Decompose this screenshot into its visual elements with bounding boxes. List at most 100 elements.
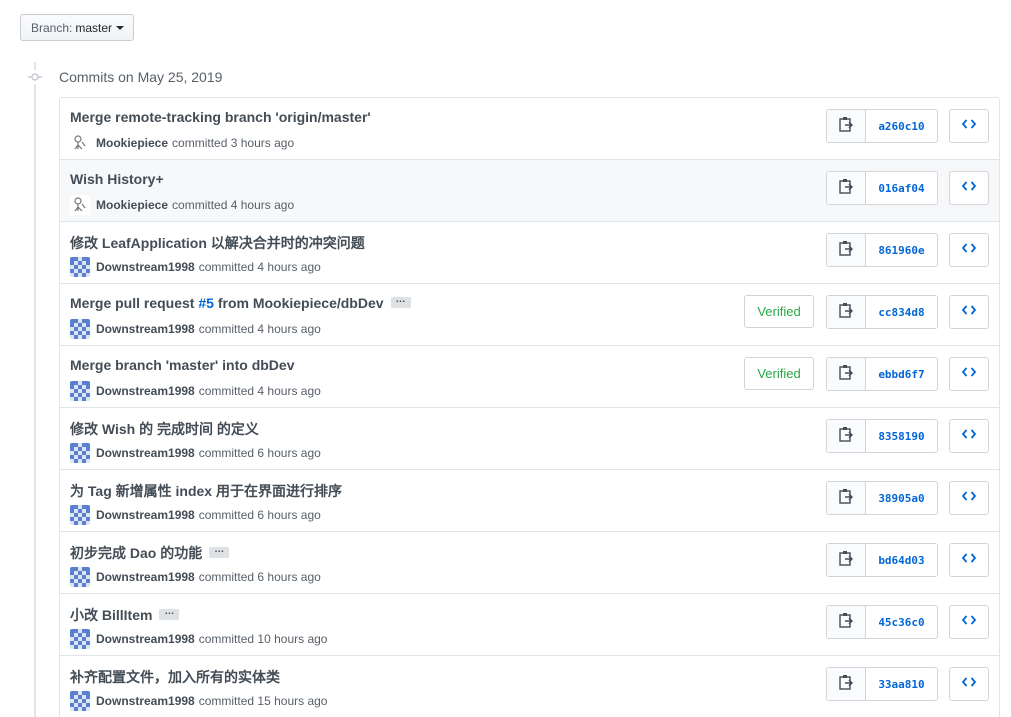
avatar[interactable] bbox=[70, 629, 90, 649]
avatar[interactable] bbox=[70, 257, 90, 277]
commit-sha-link[interactable]: 8358190 bbox=[866, 420, 937, 452]
commit-author[interactable]: Downstream1998 bbox=[96, 384, 195, 398]
browse-repo-button[interactable] bbox=[949, 481, 989, 515]
timeline-line bbox=[34, 62, 36, 717]
sha-group: 8358190 bbox=[826, 419, 938, 453]
expand-message-button[interactable]: … bbox=[159, 606, 180, 620]
commit-time: 4 hours ago bbox=[257, 384, 321, 398]
browse-repo-button[interactable] bbox=[949, 109, 989, 143]
browse-repo-button[interactable] bbox=[949, 233, 989, 267]
copy-sha-button[interactable] bbox=[827, 172, 866, 204]
commit-row: 初步完成 Dao 的功能 … Downstream1998 committed 6… bbox=[60, 532, 999, 594]
commit-author[interactable]: Mookiepiece bbox=[96, 198, 168, 212]
commit-meta: Downstream1998 committed 4 hours ago bbox=[70, 319, 321, 339]
clipboard-icon bbox=[839, 426, 853, 447]
commit-time: 4 hours ago bbox=[257, 322, 321, 336]
copy-sha-button[interactable] bbox=[827, 296, 866, 328]
browse-repo-button[interactable] bbox=[949, 605, 989, 639]
avatar[interactable] bbox=[70, 319, 90, 339]
sha-group: 45c36c0 bbox=[826, 605, 938, 639]
commit-action: committed bbox=[198, 446, 255, 460]
commit-sha-link[interactable]: 016af04 bbox=[866, 172, 937, 204]
commit-title[interactable]: Wish History+ bbox=[70, 171, 164, 187]
avatar[interactable] bbox=[70, 381, 90, 401]
copy-sha-button[interactable] bbox=[827, 110, 866, 142]
commit-author[interactable]: Mookiepiece bbox=[96, 136, 168, 150]
commit-sha-link[interactable]: 861960e bbox=[866, 234, 937, 266]
commit-title[interactable]: 小改 BillItem … bbox=[70, 605, 180, 625]
commit-row: 修改 LeafApplication 以解决合并时的冲突问题 Downstrea… bbox=[60, 222, 999, 284]
commit-sha-link[interactable]: 33aa810 bbox=[866, 668, 937, 700]
commit-action: committed bbox=[198, 632, 255, 646]
commit-action: committed bbox=[198, 322, 255, 336]
code-icon bbox=[962, 179, 976, 197]
branch-select-button[interactable]: Branch: master bbox=[20, 14, 134, 41]
avatar[interactable] bbox=[70, 505, 90, 525]
commit-title[interactable]: 修改 Wish 的 完成时间 的定义 bbox=[70, 419, 259, 439]
commit-row: Merge remote-tracking branch 'origin/mas… bbox=[60, 98, 999, 160]
commit-time: 4 hours ago bbox=[257, 260, 321, 274]
pull-request-link[interactable]: #5 bbox=[198, 295, 214, 311]
expand-message-button[interactable]: … bbox=[390, 294, 411, 308]
commit-meta: Downstream1998 committed 15 hours ago bbox=[70, 691, 327, 711]
commit-row: 补齐配置文件，加入所有的实体类 Downstream1998 committed… bbox=[60, 656, 999, 717]
commit-title-text: 小改 BillItem bbox=[70, 607, 153, 623]
commit-title[interactable]: 初步完成 Dao 的功能… bbox=[70, 543, 230, 563]
sha-group: ebbd6f7 bbox=[826, 357, 938, 391]
clipboard-icon bbox=[839, 612, 853, 633]
clipboard-icon bbox=[839, 116, 853, 137]
commit-sha-link[interactable]: bd64d03 bbox=[866, 544, 937, 576]
verified-badge[interactable]: Verified bbox=[744, 357, 814, 390]
commit-sha-link[interactable]: a260c10 bbox=[866, 110, 937, 142]
avatar[interactable] bbox=[70, 133, 90, 153]
commit-node-icon bbox=[27, 70, 43, 84]
commit-time: 3 hours ago bbox=[230, 136, 295, 150]
verified-badge[interactable]: Verified bbox=[744, 295, 814, 328]
avatar[interactable] bbox=[70, 443, 90, 463]
copy-sha-button[interactable] bbox=[827, 420, 866, 452]
copy-sha-button[interactable] bbox=[827, 606, 866, 638]
browse-repo-button[interactable] bbox=[949, 357, 989, 391]
avatar[interactable] bbox=[70, 195, 90, 215]
commit-sha-link[interactable]: 38905a0 bbox=[866, 482, 937, 514]
commit-title[interactable]: Merge branch 'master' into dbDev bbox=[70, 357, 295, 373]
avatar[interactable] bbox=[70, 567, 90, 587]
commit-author[interactable]: Downstream1998 bbox=[96, 570, 195, 584]
browse-repo-button[interactable] bbox=[949, 543, 989, 577]
commit-title[interactable]: 为 Tag 新增属性 index 用于在界面进行排序 bbox=[70, 481, 342, 501]
commit-title[interactable]: 补齐配置文件，加入所有的实体类 bbox=[70, 667, 280, 687]
commit-author[interactable]: Downstream1998 bbox=[96, 632, 195, 646]
commit-row: Wish History+ Mookiepiece committed 4 ho… bbox=[60, 160, 999, 222]
copy-sha-button[interactable] bbox=[827, 358, 866, 390]
copy-sha-button[interactable] bbox=[827, 544, 866, 576]
commit-author[interactable]: Downstream1998 bbox=[96, 446, 195, 460]
branch-value: master bbox=[75, 20, 113, 35]
code-icon bbox=[962, 241, 976, 259]
browse-repo-button[interactable] bbox=[949, 171, 989, 205]
avatar[interactable] bbox=[70, 691, 90, 711]
commit-author[interactable]: Downstream1998 bbox=[96, 260, 195, 274]
commit-sha-link[interactable]: cc834d8 bbox=[866, 296, 937, 328]
browse-repo-button[interactable] bbox=[949, 295, 989, 329]
commit-author[interactable]: Downstream1998 bbox=[96, 322, 195, 336]
commit-sha-link[interactable]: ebbd6f7 bbox=[866, 358, 937, 390]
copy-sha-button[interactable] bbox=[827, 668, 866, 700]
commit-title[interactable]: 修改 LeafApplication 以解决合并时的冲突问题 bbox=[70, 233, 365, 253]
commit-title[interactable]: Merge pull request #5 from Mookiepiece/d… bbox=[70, 294, 411, 311]
commit-author[interactable]: Downstream1998 bbox=[96, 694, 195, 708]
commit-action: committed bbox=[198, 508, 255, 522]
commit-title-prefix: Merge pull request bbox=[70, 295, 199, 311]
commit-title[interactable]: Merge remote-tracking branch 'origin/mas… bbox=[70, 109, 371, 125]
expand-message-button[interactable]: … bbox=[209, 544, 230, 558]
sha-group: 38905a0 bbox=[826, 481, 938, 515]
browse-repo-button[interactable] bbox=[949, 667, 989, 701]
code-icon bbox=[962, 489, 976, 507]
browse-repo-button[interactable] bbox=[949, 419, 989, 453]
sha-group: 33aa810 bbox=[826, 667, 938, 701]
caret-down-icon bbox=[116, 26, 125, 30]
commit-sha-link[interactable]: 45c36c0 bbox=[866, 606, 937, 638]
commit-author[interactable]: Downstream1998 bbox=[96, 508, 195, 522]
commit-time: 6 hours ago bbox=[257, 570, 321, 584]
copy-sha-button[interactable] bbox=[827, 482, 866, 514]
copy-sha-button[interactable] bbox=[827, 234, 866, 266]
